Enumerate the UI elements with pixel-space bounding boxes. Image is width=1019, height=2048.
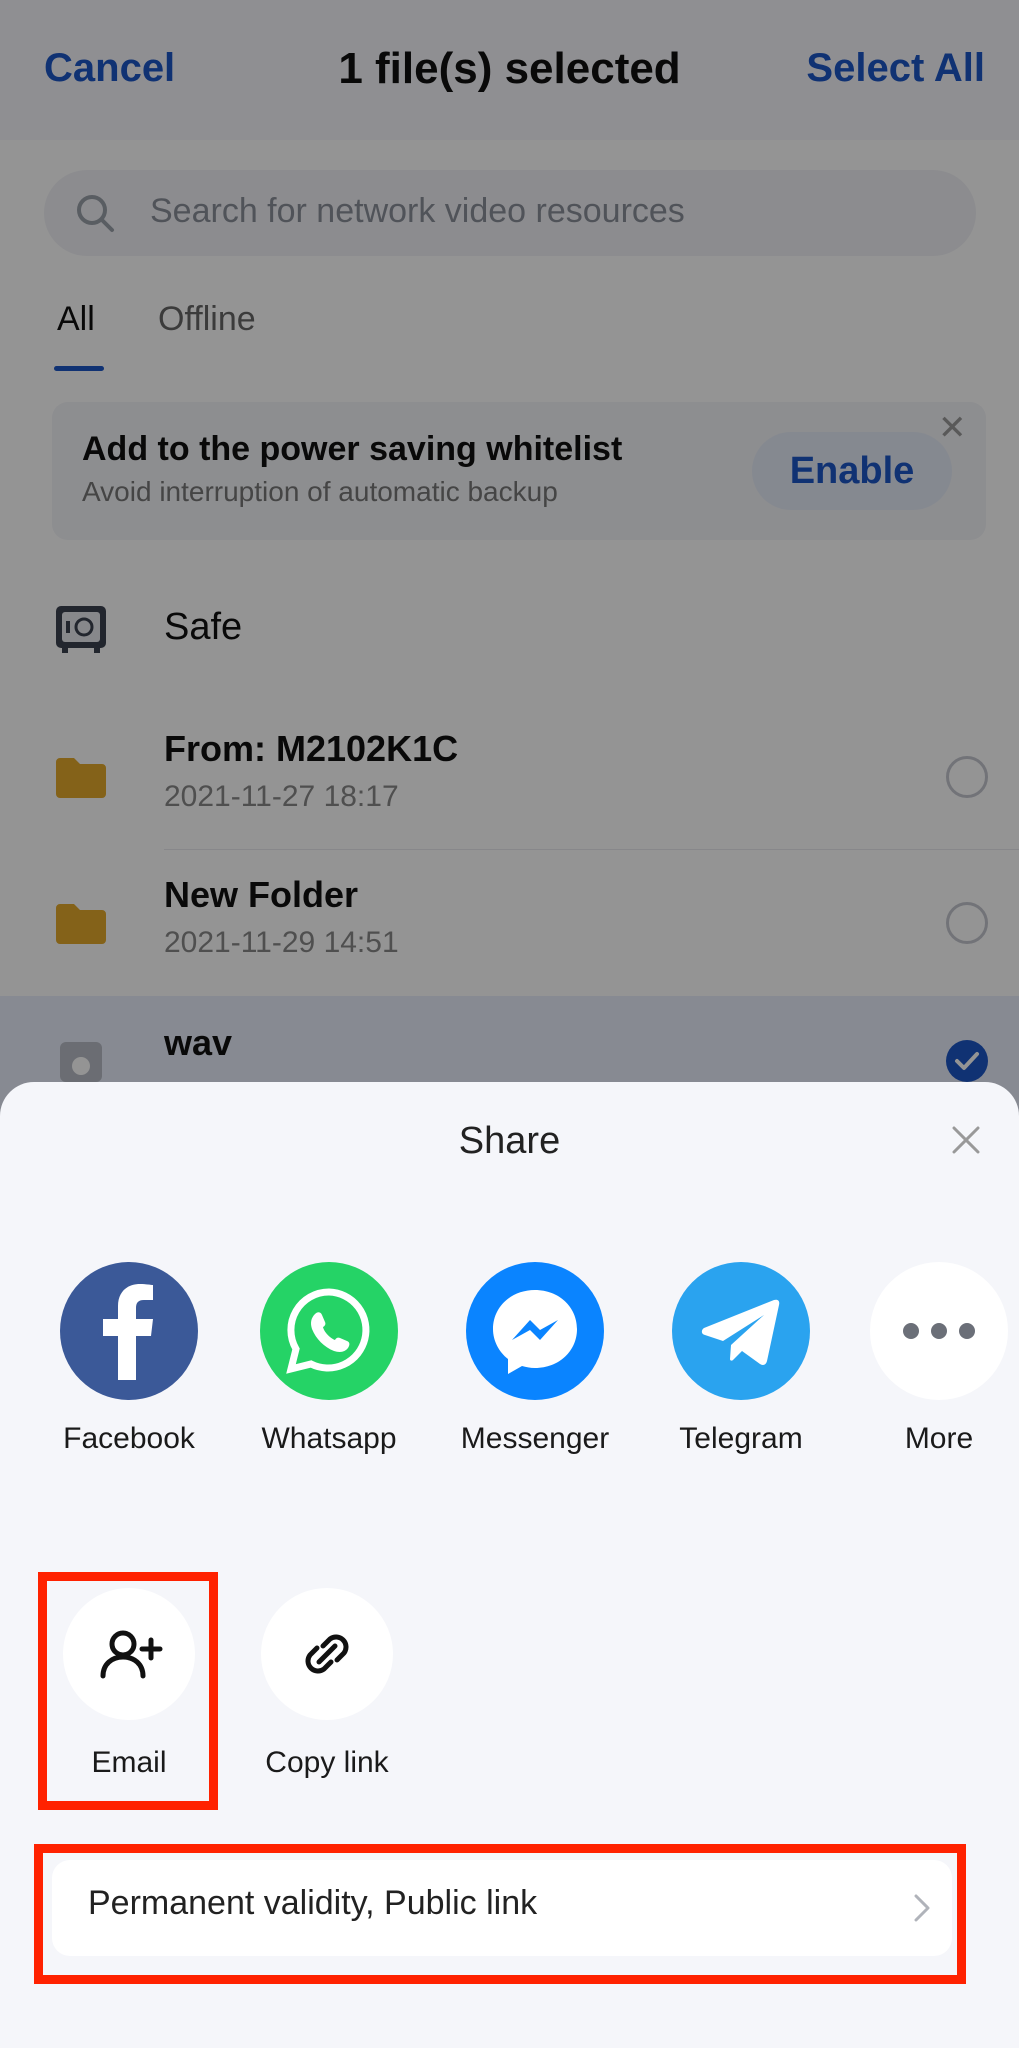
close-icon[interactable] <box>948 1122 984 1158</box>
highlight-box-email <box>38 1572 218 1810</box>
link-icon <box>261 1588 393 1720</box>
share-telegram[interactable]: Telegram <box>656 1262 826 1456</box>
action-label: Copy link <box>265 1746 389 1779</box>
share-facebook[interactable]: Facebook <box>44 1262 214 1456</box>
share-app-label: Messenger <box>460 1422 610 1455</box>
share-copy-link[interactable]: Copy link <box>242 1588 412 1780</box>
share-title: Share <box>458 1120 561 1162</box>
telegram-icon <box>672 1262 810 1400</box>
messenger-icon <box>466 1262 604 1400</box>
share-app-label: Whatsapp <box>261 1422 397 1455</box>
share-app-label: Telegram <box>679 1422 803 1455</box>
more-icon <box>870 1262 1008 1400</box>
share-messenger[interactable]: Messenger <box>450 1262 620 1456</box>
share-whatsapp[interactable]: Whatsapp <box>244 1262 414 1456</box>
highlight-box-link-settings <box>34 1844 966 1984</box>
facebook-icon <box>60 1262 198 1400</box>
share-more[interactable]: More <box>854 1262 1019 1456</box>
whatsapp-icon <box>260 1262 398 1400</box>
share-app-label: More <box>904 1422 974 1455</box>
share-app-label: Facebook <box>63 1422 195 1455</box>
